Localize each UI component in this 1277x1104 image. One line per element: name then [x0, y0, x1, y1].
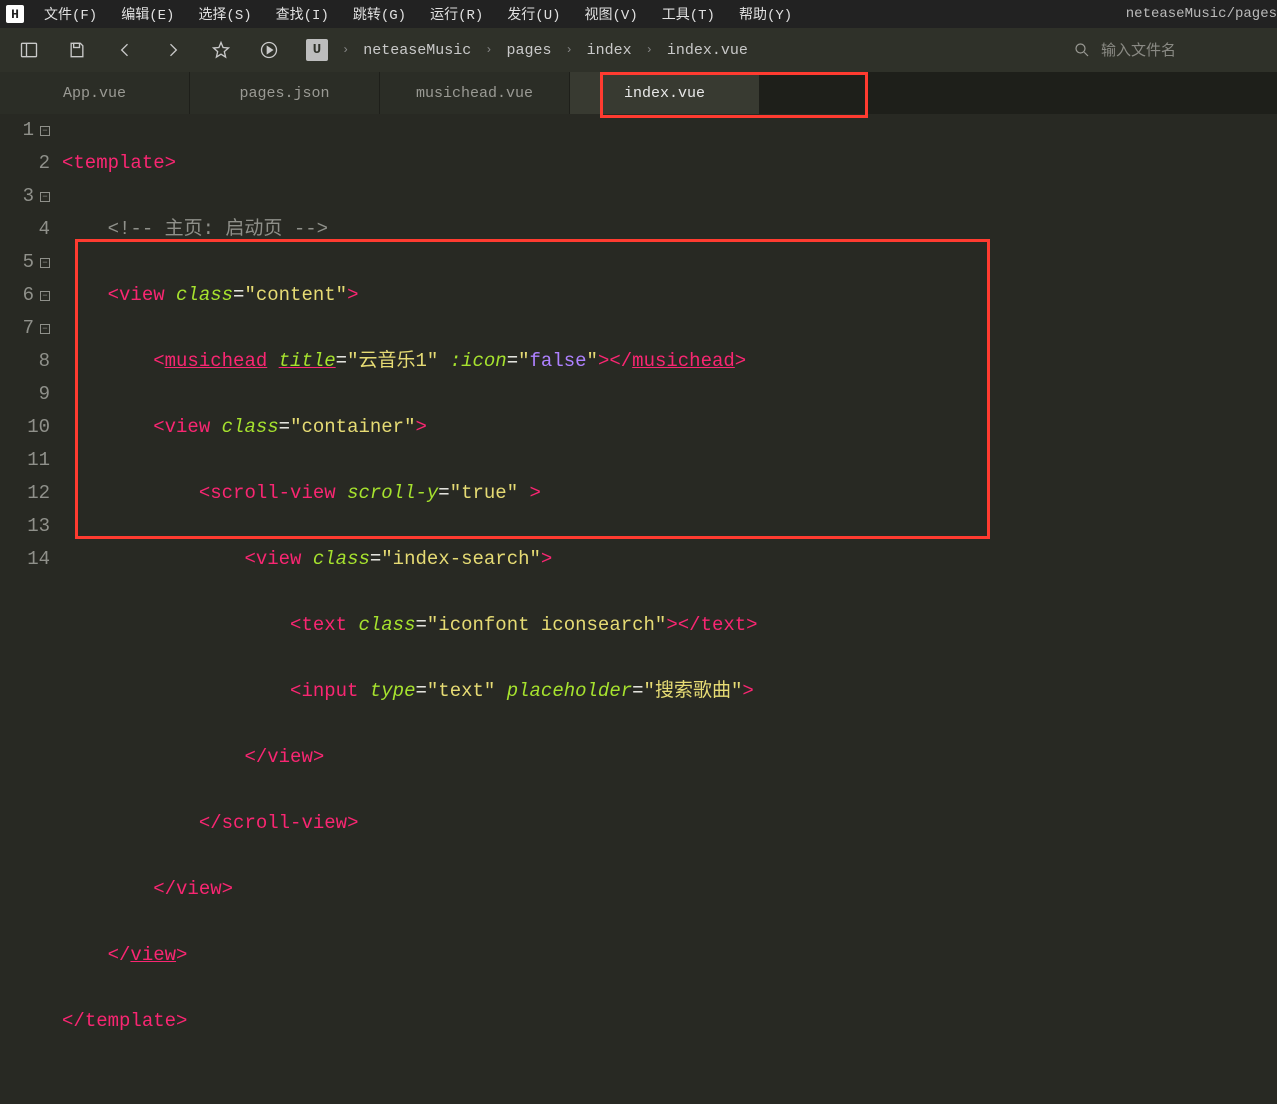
menu-file[interactable]: 文件(F) [34, 2, 107, 26]
tab-index-vue[interactable]: index.vue [570, 72, 760, 114]
breadcrumb-segment[interactable]: neteaseMusic [363, 42, 471, 59]
save-icon[interactable] [66, 39, 88, 61]
chevron-right-icon: › [646, 43, 653, 57]
chevron-right-icon: › [565, 43, 572, 57]
star-icon[interactable] [210, 39, 232, 61]
chevron-right-icon: › [485, 43, 492, 57]
breadcrumb-segment[interactable]: pages [506, 42, 551, 59]
fold-icon[interactable]: − [40, 192, 50, 202]
menu-select[interactable]: 选择(S) [188, 2, 261, 26]
project-icon: U [306, 39, 328, 61]
menu-view[interactable]: 视图(V) [575, 2, 648, 26]
menu-run[interactable]: 运行(R) [420, 2, 493, 26]
chevron-right-icon: › [342, 43, 349, 57]
tab-musichead-vue[interactable]: musichead.vue [380, 72, 570, 114]
fold-icon[interactable]: − [40, 126, 50, 136]
breadcrumb-segment[interactable]: index [587, 42, 632, 59]
file-search-box[interactable] [1065, 37, 1259, 63]
sidebar-toggle-icon[interactable] [18, 39, 40, 61]
fold-icon[interactable]: − [40, 291, 50, 301]
editor-tabs: App.vue pages.json musichead.vue index.v… [0, 72, 1277, 114]
menu-tools[interactable]: 工具(T) [652, 2, 725, 26]
tab-pages-json[interactable]: pages.json [190, 72, 380, 114]
breadcrumb: U › neteaseMusic › pages › index › index… [306, 39, 748, 61]
code-editor[interactable]: 1− 2 3− 4 5− 6− 7− 8 9 10 11 12 13 14 <t… [0, 114, 1277, 611]
fold-icon[interactable]: − [40, 324, 50, 334]
run-icon[interactable] [258, 39, 280, 61]
file-search-input[interactable] [1101, 42, 1251, 59]
line-number-gutter: 1− 2 3− 4 5− 6− 7− 8 9 10 11 12 13 14 [0, 114, 58, 611]
back-icon[interactable] [114, 39, 136, 61]
app-logo: H [6, 5, 24, 23]
forward-icon[interactable] [162, 39, 184, 61]
search-icon [1073, 41, 1091, 59]
menu-help[interactable]: 帮助(Y) [729, 2, 802, 26]
project-path-label: neteaseMusic/pages [1126, 6, 1277, 22]
menu-find[interactable]: 查找(I) [266, 2, 339, 26]
fold-icon[interactable]: − [40, 258, 50, 268]
tab-app-vue[interactable]: App.vue [0, 72, 190, 114]
breadcrumb-segment[interactable]: index.vue [667, 42, 748, 59]
menu-publish[interactable]: 发行(U) [497, 2, 570, 26]
menu-bar: H 文件(F) 编辑(E) 选择(S) 查找(I) 跳转(G) 运行(R) 发行… [0, 0, 1277, 28]
code-content[interactable]: <template> <!-- 主页: 启动页 --> <view class=… [58, 114, 1277, 611]
menu-edit[interactable]: 编辑(E) [111, 2, 184, 26]
menu-goto[interactable]: 跳转(G) [343, 2, 416, 26]
toolbar: U › neteaseMusic › pages › index › index… [0, 28, 1277, 72]
